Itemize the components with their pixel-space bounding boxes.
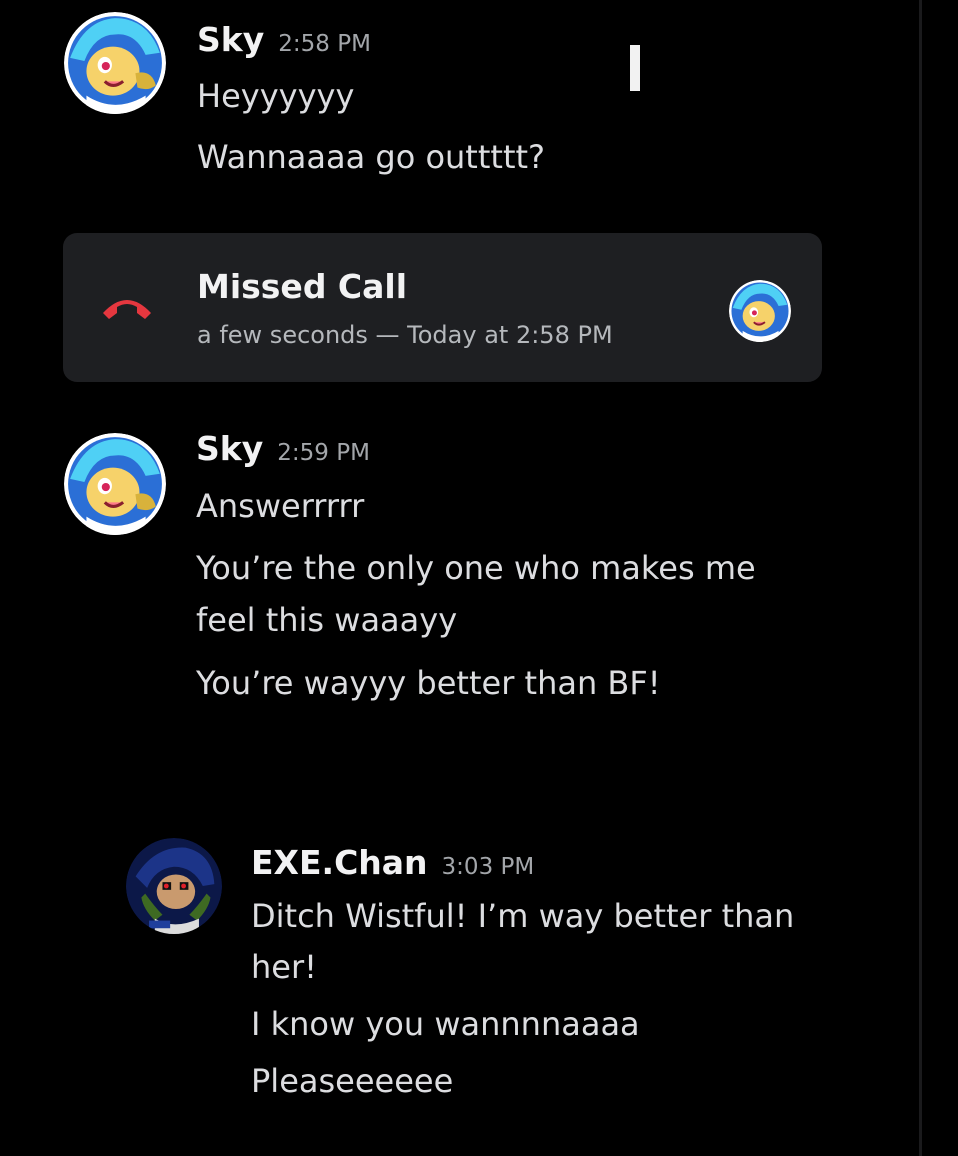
message-timestamp: 2:59 PM (277, 440, 370, 466)
author-name[interactable]: EXE.Chan (251, 843, 428, 882)
message-text: Ditch Wistful! I’m way better than (251, 897, 795, 935)
message-text: Pleaseeeeee (251, 1062, 454, 1100)
sky-avatar[interactable] (64, 433, 166, 535)
message-timestamp: 3:03 PM (441, 854, 535, 880)
message-text: Heyyyyyy (197, 77, 355, 115)
message-text: You’re the only one who makes me (196, 549, 756, 587)
sky-avatar[interactable] (64, 12, 166, 114)
message-text: You’re wayyy better than BF! (196, 664, 661, 702)
author-name[interactable]: Sky (197, 20, 264, 59)
message-text: Wannaaaa go outtttt? (197, 138, 546, 176)
message-header: EXE.Chan 3:03 PM (251, 843, 534, 882)
message-text: I know you wannnnaaaa (251, 1005, 640, 1043)
message-text: Answerrrrr (196, 487, 365, 525)
phone-hangup-icon (103, 300, 151, 319)
exe-chan-avatar-image (126, 838, 222, 934)
text-cursor (630, 45, 640, 91)
message-text: feel this waaayy (196, 601, 458, 639)
message-header: Sky 2:58 PM (197, 20, 371, 59)
sky-avatar-image (64, 433, 166, 535)
missed-call-subtitle: a few seconds — Today at 2:58 PM (197, 321, 613, 349)
caller-avatar-image (729, 280, 791, 342)
missed-call-card[interactable]: Missed Call a few seconds — Today at 2:5… (63, 233, 822, 382)
exe-chan-avatar[interactable] (126, 838, 222, 934)
message-timestamp: 2:58 PM (278, 31, 371, 57)
author-name[interactable]: Sky (196, 429, 263, 468)
missed-call-title: Missed Call (197, 267, 408, 306)
message-header: Sky 2:59 PM (196, 429, 370, 468)
sky-avatar-image (64, 12, 166, 114)
message-text: her! (251, 948, 317, 986)
panel-divider (919, 0, 922, 1156)
caller-avatar[interactable] (729, 280, 791, 342)
